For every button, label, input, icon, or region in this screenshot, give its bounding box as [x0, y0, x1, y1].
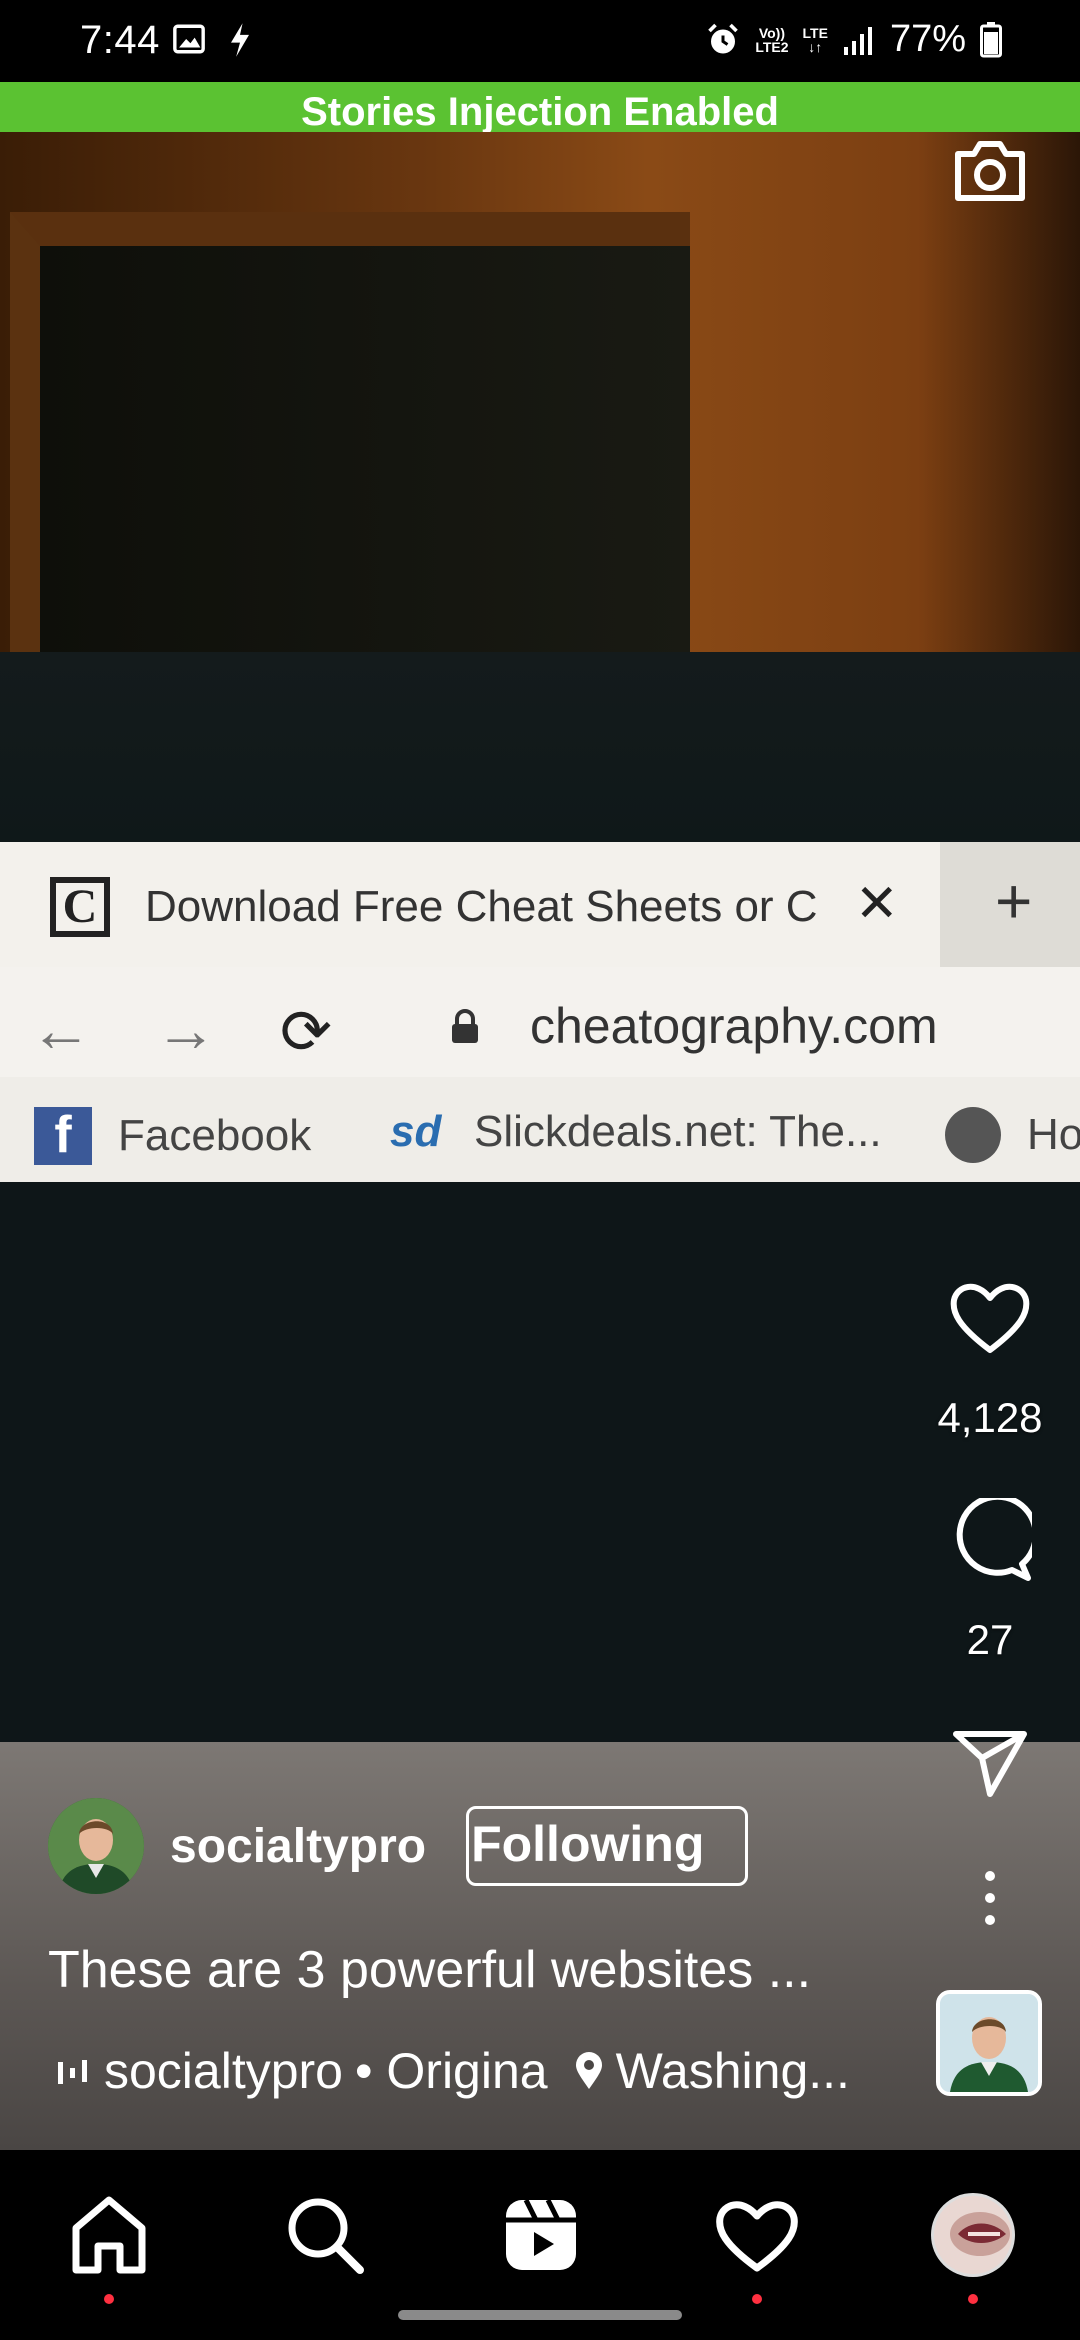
- activity-notification-dot: [752, 2294, 762, 2304]
- more-options-button[interactable]: [920, 1870, 1060, 1931]
- author-avatar[interactable]: [48, 1798, 144, 1894]
- send-icon: [953, 1731, 1027, 1797]
- status-time: 7:44: [80, 18, 160, 62]
- profile-avatar: [931, 2193, 1015, 2277]
- nav-activity[interactable]: [712, 2190, 802, 2304]
- more-vertical-icon: [985, 1871, 995, 1925]
- home-indicator[interactable]: [398, 2310, 682, 2320]
- video-tab-title: Download Free Cheat Sheets or C: [145, 882, 818, 931]
- camera-icon[interactable]: [950, 130, 1030, 210]
- nav-search[interactable]: [280, 2190, 370, 2280]
- author-username[interactable]: socialtypro: [170, 1819, 426, 1874]
- lte-indicator: LTE ↓↑: [802, 24, 828, 55]
- bookmark-site-logo: [945, 1107, 1001, 1163]
- video-forward-icon: →: [155, 996, 217, 1065]
- location-pin-icon: [575, 2052, 602, 2089]
- cheatography-logo: C: [50, 877, 110, 937]
- status-bar: 7:44 Vo)) LTE2 LTE ↓↑ 77%: [0, 0, 1080, 82]
- nav-home[interactable]: [64, 2190, 154, 2304]
- video-monitor-screen: [0, 1182, 1080, 1742]
- video-tab-close-icon: ✕: [855, 875, 899, 933]
- battery-icon: [980, 21, 1002, 57]
- video-browser-capture: C Download Free Cheat Sheets or C ✕ + ← …: [0, 842, 1080, 1182]
- video-lock-icon: [452, 1009, 478, 1043]
- reel-caption[interactable]: These are 3 powerful websites ...: [48, 1940, 811, 2000]
- video-new-tab-icon: +: [995, 865, 1033, 937]
- comment-icon: [956, 1493, 1039, 1581]
- video-monitor-bezel: [0, 652, 1080, 842]
- author-avatar-image: [48, 1798, 144, 1894]
- video-reload-icon: ⟳: [280, 998, 332, 1067]
- like-count: 4,128: [937, 1394, 1043, 1441]
- audio-thumbnail[interactable]: [936, 1990, 1042, 2096]
- video-background-window: [10, 212, 690, 726]
- video-back-icon: ←: [30, 996, 92, 1065]
- audio-thumbnail-image: [940, 1994, 1038, 2092]
- reel-author-row: socialtypro Following: [48, 1798, 749, 1894]
- home-icon: [72, 2196, 146, 2274]
- home-notification-dot: [104, 2294, 114, 2304]
- nav-reels[interactable]: [496, 2190, 586, 2280]
- profile-notification-dot: [968, 2294, 978, 2304]
- alarm-icon: [708, 23, 739, 53]
- video-bookmark-slickdeals: Slickdeals.net: The...: [474, 1107, 882, 1156]
- nav-profile[interactable]: [928, 2190, 1018, 2304]
- share-button[interactable]: [920, 1728, 1060, 1805]
- video-bookmark-facebook: Facebook: [118, 1111, 312, 1160]
- reel-audio-location-row: socialtypro • Origina Washing...: [56, 2042, 850, 2100]
- like-button[interactable]: [920, 1280, 1060, 1361]
- heart-icon: [950, 1284, 1030, 1353]
- search-icon: [288, 2198, 364, 2274]
- heart-icon: [716, 2201, 798, 2272]
- bolt-icon: [231, 23, 249, 57]
- following-button[interactable]: Following: [466, 1806, 749, 1886]
- slickdeals-logo: sd: [390, 1107, 442, 1156]
- video-address-bar: ← → ⟳ cheatography.com: [0, 967, 1080, 1077]
- audio-author[interactable]: socialtypro: [104, 2042, 343, 2100]
- video-url-text: cheatography.com: [530, 998, 938, 1054]
- comment-count: 27: [966, 1616, 1014, 1663]
- video-bookmark-ho: Ho: [1027, 1110, 1080, 1159]
- signal-icon: [843, 26, 872, 55]
- reels-icon: [506, 2198, 576, 2270]
- stories-injection-banner: Stories Injection Enabled: [0, 82, 1080, 132]
- location-label[interactable]: Washing...: [616, 2042, 850, 2100]
- video-bookmarks-bar: f Facebook sd Slickdeals.net: The... Ho: [0, 1077, 1080, 1182]
- comment-button[interactable]: [920, 1493, 1060, 1587]
- volte-indicator: Vo)) LTE2: [755, 24, 789, 55]
- audio-type[interactable]: • Origina: [355, 2042, 548, 2100]
- battery-percent: 77%: [889, 18, 966, 60]
- image-icon: [173, 24, 205, 54]
- facebook-logo: f: [34, 1106, 92, 1165]
- audio-bars-icon: [58, 2060, 87, 2084]
- video-browser-tab: C Download Free Cheat Sheets or C ✕: [0, 842, 940, 967]
